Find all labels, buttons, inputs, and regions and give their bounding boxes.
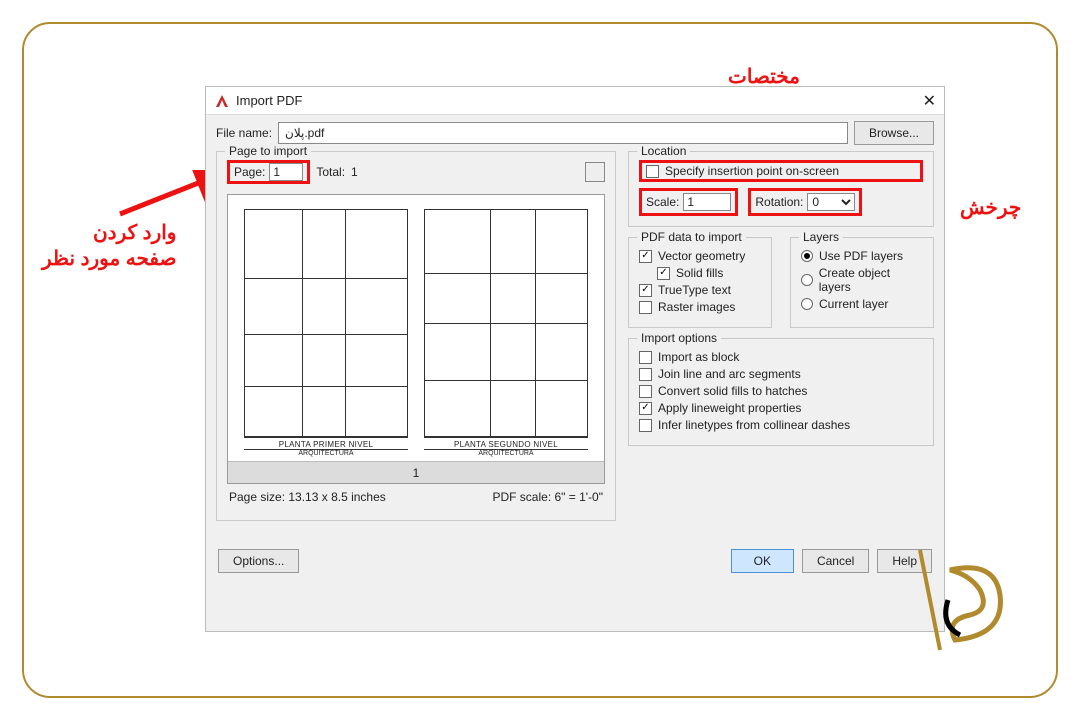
page-preview[interactable]: PLANTA PRIMER NIVEL ARQUITECTURA PLANTA … bbox=[227, 194, 605, 484]
close-icon[interactable]: ✕ bbox=[923, 91, 936, 111]
pdf-data-legend: PDF data to import bbox=[637, 230, 746, 244]
page-to-import-group: Page to import Page: Total: 1 bbox=[216, 151, 616, 521]
ok-button[interactable]: OK bbox=[731, 549, 794, 573]
annotation-rotation: چرخش bbox=[960, 195, 1021, 221]
convert-fills-label: Convert solid fills to hatches bbox=[658, 384, 807, 398]
titlebar: Import PDF ✕ bbox=[206, 87, 944, 115]
plan1-arch: ARQUITECTURA bbox=[244, 449, 408, 457]
vector-geometry-label: Vector geometry bbox=[658, 249, 745, 263]
import-as-block-label: Import as block bbox=[658, 350, 739, 364]
join-segments-checkbox[interactable] bbox=[639, 368, 652, 381]
current-layer-radio[interactable] bbox=[801, 298, 813, 310]
specify-insertion-label: Specify insertion point on-screen bbox=[665, 164, 839, 178]
use-pdf-layers-radio[interactable] bbox=[801, 250, 813, 262]
solid-fills-checkbox[interactable] bbox=[657, 267, 670, 280]
rotation-label: Rotation: bbox=[755, 195, 803, 209]
raster-images-checkbox[interactable] bbox=[639, 301, 652, 314]
infer-linetypes-label: Infer linetypes from collinear dashes bbox=[658, 418, 850, 432]
cancel-button[interactable]: Cancel bbox=[802, 549, 869, 573]
lineweight-label: Apply lineweight properties bbox=[658, 401, 801, 415]
plan2-caption: PLANTA SEGUNDO NIVEL bbox=[424, 437, 588, 449]
page-label: Page: bbox=[234, 165, 265, 179]
scale-label: Scale: bbox=[646, 195, 679, 209]
location-legend: Location bbox=[637, 144, 690, 158]
options-button[interactable]: Options... bbox=[218, 549, 299, 573]
page-size-label: Page size: 13.13 x 8.5 inches bbox=[229, 490, 386, 504]
thumb-page-number: 1 bbox=[228, 461, 604, 483]
browse-button[interactable]: Browse... bbox=[854, 121, 934, 145]
raster-images-label: Raster images bbox=[658, 300, 735, 314]
plan1-caption: PLANTA PRIMER NIVEL bbox=[244, 437, 408, 449]
dialog-title: Import PDF bbox=[236, 93, 302, 108]
current-layer-label: Current layer bbox=[819, 297, 888, 311]
pdf-data-group: PDF data to import Vector geometry Solid… bbox=[628, 237, 772, 328]
import-options-legend: Import options bbox=[637, 331, 721, 345]
layers-group: Layers Use PDF layers Create object laye… bbox=[790, 237, 934, 328]
floorplan-1 bbox=[244, 209, 408, 437]
solid-fills-label: Solid fills bbox=[676, 266, 723, 280]
total-value: 1 bbox=[351, 165, 358, 179]
import-options-group: Import options Import as block Join line… bbox=[628, 338, 934, 446]
plan2-arch: ARQUITECTURA bbox=[424, 449, 588, 457]
layers-legend: Layers bbox=[799, 230, 843, 244]
lineweight-checkbox[interactable] bbox=[639, 402, 652, 415]
create-object-layers-label: Create object layers bbox=[819, 266, 923, 294]
total-label: Total: bbox=[316, 165, 345, 179]
page-highlight: Page: bbox=[227, 160, 310, 184]
page-input[interactable] bbox=[269, 163, 303, 181]
page-to-import-legend: Page to import bbox=[225, 144, 311, 158]
join-segments-label: Join line and arc segments bbox=[658, 367, 801, 381]
floorplan-2 bbox=[424, 209, 588, 437]
vector-geometry-checkbox[interactable] bbox=[639, 250, 652, 263]
file-row: File name: Browse... bbox=[206, 115, 944, 151]
rotation-select[interactable]: 0 bbox=[807, 193, 855, 211]
specify-insertion-checkbox[interactable] bbox=[646, 165, 659, 178]
file-name-label: File name: bbox=[216, 126, 272, 140]
annotation-page: وارد کردن صفحه مورد نظر bbox=[42, 220, 176, 272]
thumbnail-toggle-button[interactable] bbox=[585, 162, 605, 182]
scale-input[interactable] bbox=[683, 193, 731, 211]
watermark-logo-icon bbox=[900, 540, 1020, 660]
dialog-footer: Options... OK Cancel Help bbox=[206, 541, 944, 581]
create-object-layers-radio[interactable] bbox=[801, 274, 813, 286]
location-group: Location Specify insertion point on-scre… bbox=[628, 151, 934, 227]
infer-linetypes-checkbox[interactable] bbox=[639, 419, 652, 432]
use-pdf-layers-label: Use PDF layers bbox=[819, 249, 903, 263]
convert-fills-checkbox[interactable] bbox=[639, 385, 652, 398]
import-pdf-dialog: Import PDF ✕ File name: Browse... Page t… bbox=[205, 86, 945, 632]
truetype-checkbox[interactable] bbox=[639, 284, 652, 297]
import-as-block-checkbox[interactable] bbox=[639, 351, 652, 364]
file-name-input[interactable] bbox=[278, 122, 848, 144]
pdf-scale-label: PDF scale: 6" = 1'-0" bbox=[492, 490, 603, 504]
truetype-label: TrueType text bbox=[658, 283, 731, 297]
autocad-logo-icon bbox=[214, 93, 230, 109]
